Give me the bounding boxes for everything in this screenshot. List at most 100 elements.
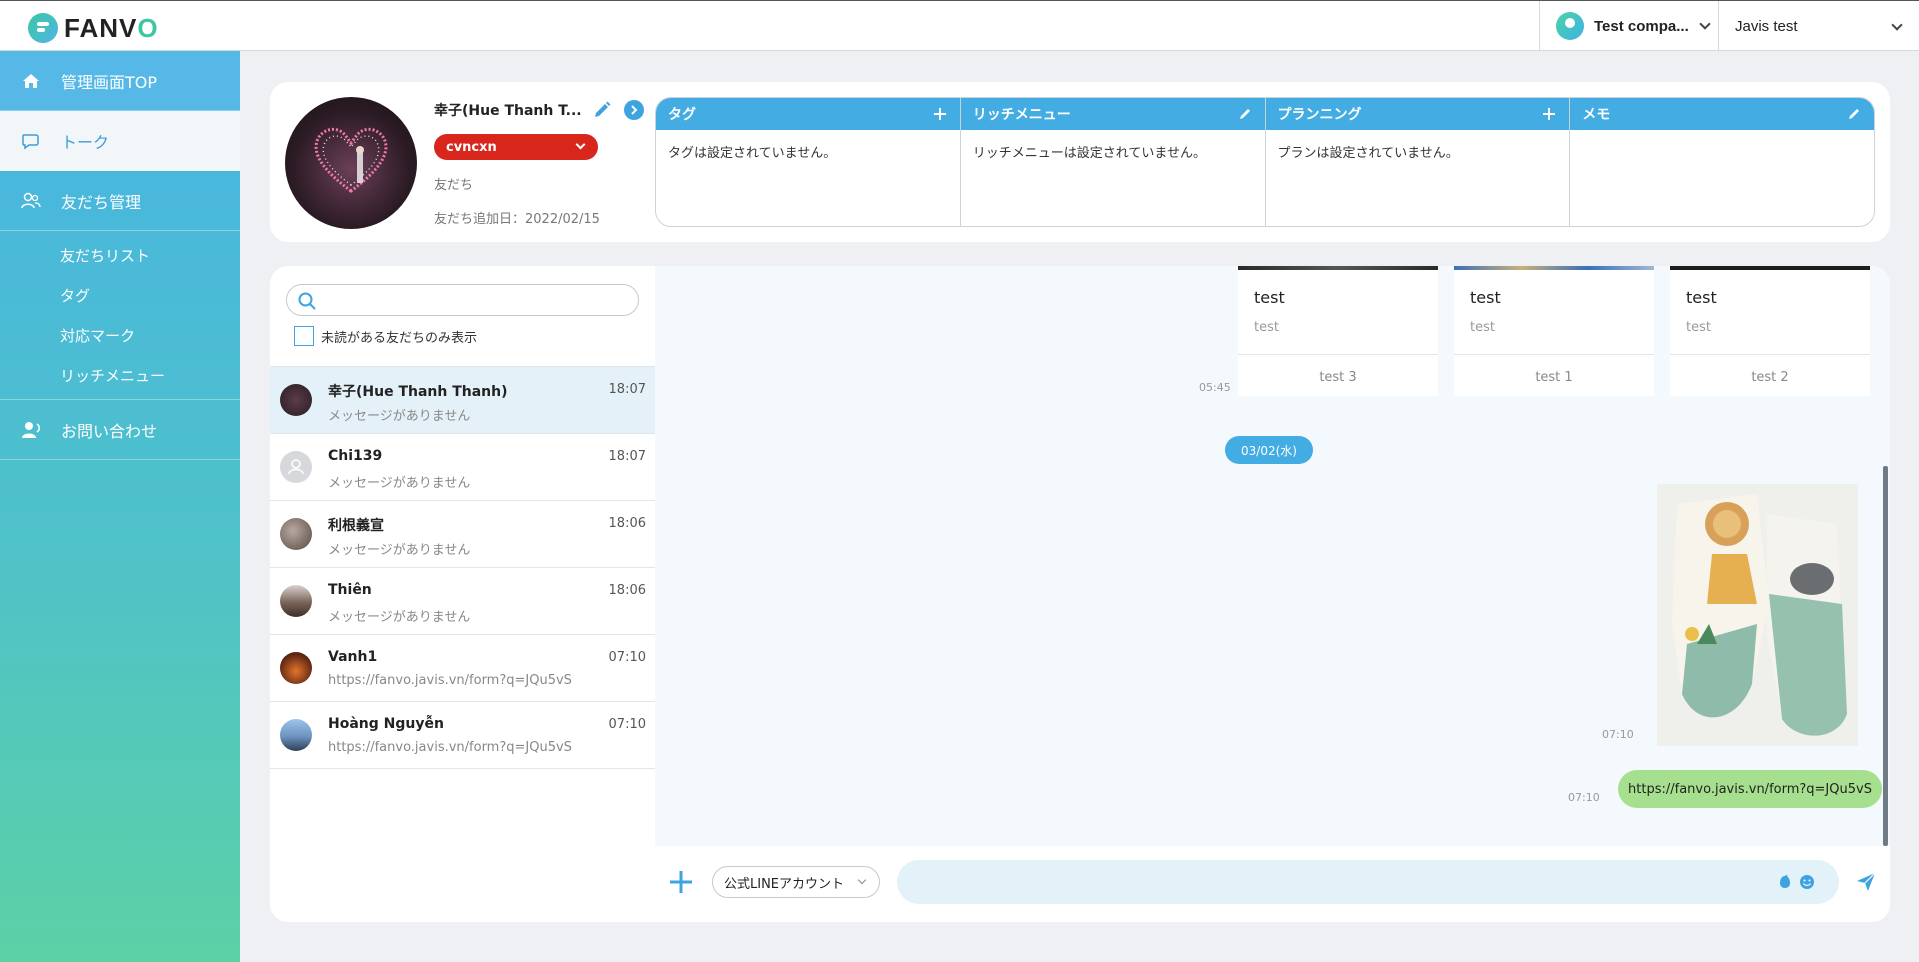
chat-scrollbar[interactable]	[1883, 266, 1888, 846]
profile-detail-arrow-icon[interactable]	[623, 100, 644, 120]
panel-body	[1570, 130, 1874, 154]
chat-scrollbar-thumb[interactable]	[1883, 466, 1888, 846]
chat-pane: test test test 3 test test test 1 test t…	[655, 266, 1890, 922]
sidebar-item-label: 管理画面TOP	[61, 72, 158, 92]
card-title: test	[1254, 288, 1285, 307]
friend-time: 07:10	[608, 650, 646, 665]
friends-submenu: 友だちリスト タグ 対応マーク リッチメニュー	[0, 231, 240, 400]
friend-avatar	[280, 384, 312, 416]
card-subtitle: test	[1470, 320, 1495, 335]
card-image	[1670, 266, 1870, 270]
sidebar-item-talk[interactable]: トーク	[0, 111, 240, 171]
friend-list: 幸子(Hue Thanh Thanh) 18:07 メッセージがありません Ch…	[270, 366, 655, 769]
friend-search-box[interactable]	[286, 284, 639, 316]
message-composer: 公式LINEアカウント	[655, 846, 1890, 922]
friend-list-pane: 未読がある友だちのみ表示 幸子(Hue Thanh Thanh) 18:07 メ…	[270, 266, 655, 922]
sidebar-subitem-rich-menu[interactable]: リッチメニュー	[0, 355, 240, 395]
panel-body: タグは設定されていません。	[668, 146, 837, 161]
profile-name: 幸子(Hue Thanh T...	[434, 103, 582, 119]
panel-title: タグ	[668, 107, 696, 123]
sidebar-item-top[interactable]: 管理画面TOP	[0, 51, 240, 111]
sender-account-select[interactable]: 公式LINEアカウント	[712, 866, 880, 898]
friend-name: 利根義宣	[328, 518, 384, 534]
sidebar-subitem-response-mark[interactable]: 対応マーク	[0, 315, 240, 355]
date-separator-chip: 03/02(水)	[1225, 436, 1313, 464]
add-attachment-plus-icon[interactable]	[667, 868, 695, 896]
panel-title: プランニング	[1277, 107, 1362, 123]
memo-panel-header: メモ	[1570, 98, 1874, 130]
card-image	[1238, 266, 1438, 270]
sidebar-subitem-friend-list[interactable]: 友だちリスト	[0, 235, 240, 275]
friend-list-item[interactable]: 幸子(Hue Thanh Thanh) 18:07 メッセージがありません	[270, 367, 655, 434]
pencil-icon[interactable]	[1846, 106, 1862, 122]
status-select-value: cvncxn	[446, 139, 497, 155]
send-icon[interactable]	[1855, 871, 1877, 893]
friend-list-item[interactable]: 利根義宣 18:06 メッセージがありません	[270, 501, 655, 568]
chevron-down-icon	[1891, 19, 1903, 31]
friend-list-item[interactable]: Chi139 18:07 メッセージがありません	[270, 434, 655, 501]
panel-title: メモ	[1582, 107, 1611, 123]
friend-name: Thiên	[328, 582, 372, 598]
sidebar-item-contact[interactable]: お問い合わせ	[0, 400, 240, 460]
status-select[interactable]: cvncxn	[434, 134, 598, 160]
emoji-icon[interactable]	[1799, 874, 1815, 890]
sidebar-subitem-tag[interactable]: タグ	[0, 275, 240, 315]
sidebar-item-friends[interactable]: 友だち管理	[0, 171, 240, 231]
image-message[interactable]	[1657, 484, 1858, 746]
friend-last-message: https://fanvo.javis.vn/form?q=JQu5vS	[328, 673, 572, 688]
panel-title: リッチメニュー	[972, 107, 1071, 123]
friend-time: 18:06	[608, 516, 646, 531]
card-action-button[interactable]: test 1	[1454, 354, 1654, 400]
chat-messages[interactable]: test test test 3 test test test 1 test t…	[655, 266, 1890, 846]
profile-info-panels: タグ タグは設定されていません。 リッチメニュー リッチメニューは設定されていま…	[655, 97, 1875, 227]
sidebar-item-label: 友だち管理	[61, 192, 142, 212]
friend-avatar	[280, 719, 312, 751]
top-header: FANVO Test compa... Javis test	[0, 0, 1919, 51]
planning-panel: プランニング プランは設定されていません。	[1265, 98, 1571, 226]
panel-body: プランは設定されていません。	[1277, 146, 1459, 161]
chevron-down-icon	[1699, 18, 1711, 30]
friend-list-item[interactable]: Thiên 18:06 メッセージがありません	[270, 568, 655, 635]
fanvo-logo[interactable]: FANVO	[28, 13, 159, 43]
link-message-bubble[interactable]: https://fanvo.javis.vn/form?q=JQu5vS	[1618, 770, 1882, 808]
friend-name: Hoàng Nguyễn	[328, 716, 444, 732]
card-action-button[interactable]: test 3	[1238, 354, 1438, 400]
friend-time: 18:07	[608, 449, 646, 464]
unread-only-filter[interactable]: 未読がある友だちのみ表示	[294, 326, 477, 346]
default-user-avatar-icon	[280, 451, 312, 483]
sidebar-item-label: トーク	[61, 132, 110, 152]
message-input[interactable]	[897, 860, 1839, 904]
company-selector[interactable]: Test compa...	[1539, 1, 1718, 51]
edit-name-pencil-icon[interactable]	[592, 100, 612, 120]
card-action-button[interactable]: test 2	[1670, 354, 1870, 400]
friend-avatar	[280, 585, 312, 617]
contact-icon	[20, 419, 42, 441]
rich-menu-panel: リッチメニュー リッチメニューは設定されていません。	[960, 98, 1266, 226]
friend-last-message: メッセージがありません	[328, 610, 471, 625]
profile-avatar	[285, 97, 417, 229]
carousel-card: test test test 3	[1238, 266, 1438, 396]
company-avatar-icon	[1556, 12, 1584, 40]
tag-panel: タグ タグは設定されていません。	[656, 98, 961, 226]
sticker-icon[interactable]	[1777, 874, 1793, 890]
friend-avatar	[280, 518, 312, 550]
search-icon	[298, 292, 316, 310]
message-time: 07:10	[1568, 791, 1600, 804]
sidebar-item-label: お問い合わせ	[61, 421, 158, 441]
card-title: test	[1470, 288, 1501, 307]
friend-last-message: メッセージがありません	[328, 476, 471, 491]
sidebar: 管理画面TOP トーク 友だち管理 友だちリスト タグ 対応マーク リッチメニュ…	[0, 51, 240, 962]
friend-profile-card: 幸子(Hue Thanh T... cvncxn 友だち 友だち追加日：2022…	[270, 82, 1890, 242]
user-selector[interactable]: Javis test	[1718, 1, 1919, 51]
unread-only-checkbox[interactable]	[294, 326, 314, 346]
friends-icon	[20, 190, 42, 212]
chevron-down-icon	[857, 875, 867, 885]
pencil-icon[interactable]	[1237, 106, 1253, 122]
planning-panel-header: プランニング	[1265, 98, 1570, 130]
message-time: 05:45	[1199, 381, 1231, 394]
friend-last-message: メッセージがありません	[328, 543, 471, 558]
plus-icon[interactable]	[1541, 106, 1557, 122]
friend-list-item[interactable]: Hoàng Nguyễn 07:10 https://fanvo.javis.v…	[270, 702, 655, 769]
plus-icon[interactable]	[932, 106, 948, 122]
friend-list-item[interactable]: Vanh1 07:10 https://fanvo.javis.vn/form?…	[270, 635, 655, 702]
